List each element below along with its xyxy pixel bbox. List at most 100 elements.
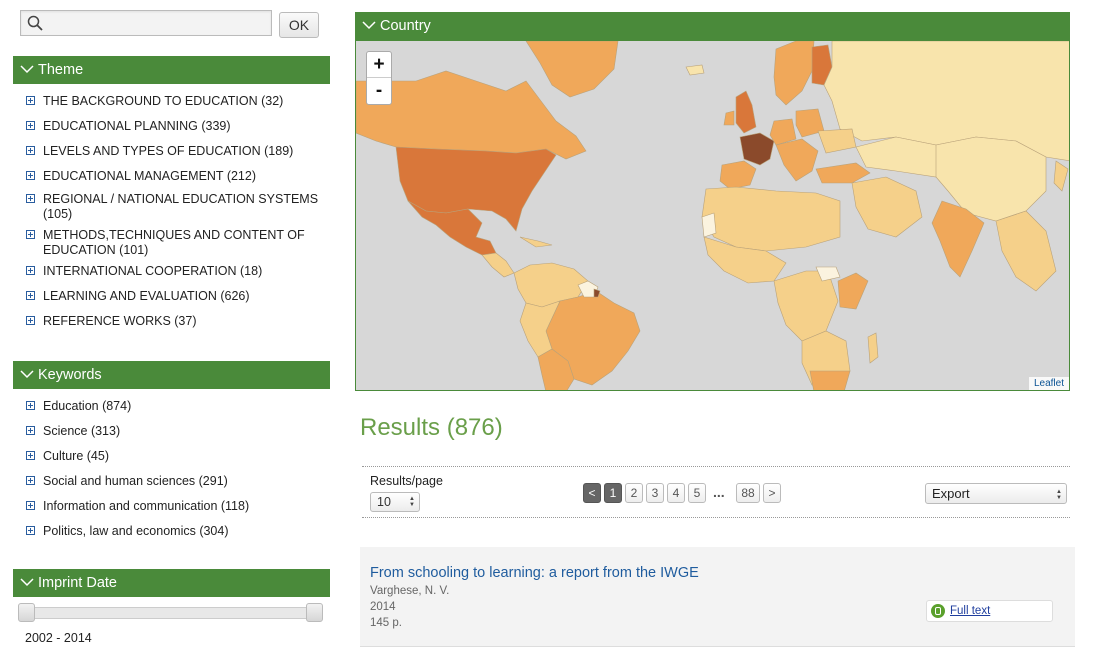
page-4-button[interactable]: 4 — [667, 483, 685, 503]
keyword-item[interactable]: Information and communication (118) — [26, 499, 326, 524]
norway-sweden — [773, 41, 815, 106]
results-per-page-select[interactable]: 10 ▲ ▼ — [370, 492, 420, 512]
pagination-ellipsis: ... — [713, 484, 725, 500]
western-sahara — [701, 212, 717, 238]
france — [739, 132, 775, 166]
keyword-item[interactable]: Culture (45) — [26, 449, 326, 474]
zoom-out-button[interactable]: - — [367, 78, 391, 104]
country-title: Country — [380, 18, 431, 34]
zoom-in-button[interactable]: + — [367, 52, 391, 78]
full-text-button[interactable]: Full text — [926, 600, 1053, 622]
expand-plus-icon[interactable] — [26, 526, 35, 535]
south-africa — [809, 370, 851, 390]
spinner-arrows-icon: ▲ ▼ — [1056, 489, 1062, 501]
north-africa — [701, 186, 841, 252]
central-africa — [773, 270, 839, 342]
theme-item[interactable]: METHODS,TECHNIQUES AND CONTENT OF EDUCAT… — [26, 228, 326, 264]
keyword-item[interactable]: Science (313) — [26, 424, 326, 449]
full-text-link[interactable]: Full text — [950, 605, 990, 617]
last-page-button[interactable]: 88 — [736, 483, 760, 503]
expand-plus-icon[interactable] — [26, 476, 35, 485]
italy-balkans — [775, 138, 819, 182]
page-1-button[interactable]: 1 — [604, 483, 622, 503]
east-africa — [837, 272, 869, 310]
expand-plus-icon[interactable] — [26, 194, 35, 203]
expand-plus-icon[interactable] — [26, 171, 35, 180]
imprint-title: Imprint Date — [38, 575, 117, 591]
export-select[interactable]: Export ▲ ▼ — [925, 483, 1067, 504]
keyword-item[interactable]: Education (874) — [26, 399, 326, 424]
theme-item[interactable]: LEVELS AND TYPES OF EDUCATION (189) — [26, 144, 326, 169]
theme-item[interactable]: EDUCATIONAL MANAGEMENT (212) — [26, 169, 326, 192]
divider — [362, 517, 1070, 518]
middle-east — [851, 176, 923, 238]
country-map[interactable]: + - Leaflet — [355, 40, 1070, 391]
expand-plus-icon[interactable] — [26, 96, 35, 105]
prev-page-button[interactable]: < — [583, 483, 601, 503]
madagascar — [867, 332, 879, 364]
expand-plus-icon[interactable] — [26, 146, 35, 155]
spinner-arrows-icon: ▲ ▼ — [409, 496, 415, 508]
cuba — [519, 236, 553, 248]
result-title-link[interactable]: From schooling to learning: a report fro… — [370, 565, 699, 581]
search-icon — [27, 15, 43, 31]
greenland — [525, 41, 619, 98]
iceland — [685, 64, 705, 76]
chevron-down-icon — [362, 21, 376, 30]
world-choropleth[interactable] — [356, 41, 1070, 391]
result-item: From schooling to learning: a report fro… — [360, 547, 1075, 647]
chevron-down-icon — [20, 370, 34, 379]
theme-list: THE BACKGROUND TO EDUCATION (32) EDUCATI… — [26, 94, 326, 339]
expand-plus-icon[interactable] — [26, 401, 35, 410]
chevron-down-icon — [20, 65, 34, 74]
theme-item[interactable]: INTERNATIONAL COOPERATION (18) — [26, 264, 326, 289]
theme-title: Theme — [38, 62, 84, 78]
country-panel-header[interactable]: Country — [355, 12, 1070, 40]
results-title: Results (876) — [360, 414, 503, 441]
keyword-item[interactable]: Social and human sciences (291) — [26, 474, 326, 499]
page-2-button[interactable]: 2 — [625, 483, 643, 503]
result-author: Varghese, N. V. — [370, 585, 450, 597]
date-range-text: 2002 - 2014 — [25, 631, 92, 645]
expand-plus-icon[interactable] — [26, 451, 35, 460]
date-range-slider[interactable] — [20, 607, 322, 619]
search-row: OK — [20, 10, 320, 38]
ireland — [723, 110, 735, 126]
date-slider-max-handle[interactable] — [306, 603, 323, 622]
date-slider-min-handle[interactable] — [18, 603, 35, 622]
theme-item[interactable]: REGIONAL / NATIONAL EDUCATION SYSTEMS (1… — [26, 192, 326, 228]
theme-item[interactable]: EDUCATIONAL PLANNING (339) — [26, 119, 326, 144]
expand-plus-icon[interactable] — [26, 426, 35, 435]
central-america — [481, 252, 515, 278]
expand-plus-icon[interactable] — [26, 501, 35, 510]
se-asia — [995, 210, 1057, 292]
turkey — [815, 162, 871, 184]
expand-plus-icon[interactable] — [26, 316, 35, 325]
imprint-panel-header[interactable]: Imprint Date — [13, 569, 330, 597]
next-page-button[interactable]: > — [763, 483, 781, 503]
theme-item[interactable]: LEARNING AND EVALUATION (626) — [26, 289, 326, 314]
result-year: 2014 — [370, 601, 396, 613]
expand-plus-icon[interactable] — [26, 266, 35, 275]
keywords-list: Education (874) Science (313) Culture (4… — [26, 399, 326, 549]
keyword-item[interactable]: Politics, law and economics (304) — [26, 524, 326, 549]
ok-button[interactable]: OK — [279, 12, 319, 38]
expand-plus-icon[interactable] — [26, 230, 35, 239]
search-input[interactable] — [20, 10, 272, 36]
keywords-panel-header[interactable]: Keywords — [13, 361, 330, 389]
chevron-down-icon — [20, 578, 34, 587]
theme-item[interactable]: REFERENCE WORKS (37) — [26, 314, 326, 339]
leaflet-attribution-link[interactable]: Leaflet — [1028, 377, 1069, 390]
theme-panel-header[interactable]: Theme — [13, 56, 330, 84]
uk — [735, 90, 757, 134]
theme-item[interactable]: THE BACKGROUND TO EDUCATION (32) — [26, 94, 326, 119]
result-pages: 145 p. — [370, 617, 402, 629]
page-5-button[interactable]: 5 — [688, 483, 706, 503]
zoom-control: + - — [366, 51, 392, 105]
japan — [1053, 160, 1069, 192]
keywords-title: Keywords — [38, 367, 102, 383]
expand-plus-icon[interactable] — [26, 121, 35, 130]
expand-plus-icon[interactable] — [26, 291, 35, 300]
page-3-button[interactable]: 3 — [646, 483, 664, 503]
results-per-page-label: Results/page — [370, 474, 443, 488]
